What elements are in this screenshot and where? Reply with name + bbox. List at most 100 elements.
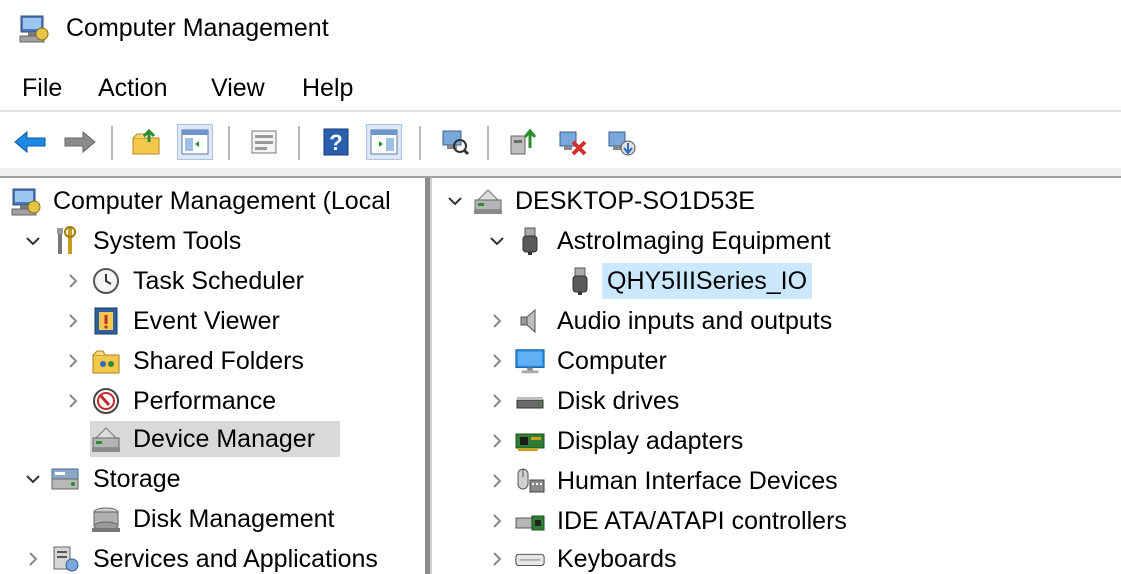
device-tree-root[interactable]: DESKTOP-SO1D53E (444, 183, 760, 219)
show-hide-action-pane-icon[interactable] (366, 124, 402, 160)
forward-arrow-icon[interactable] (62, 124, 98, 160)
tree-label: Keyboards (557, 545, 677, 573)
tree-label: Computer (557, 347, 667, 375)
device-category-ide-controllers[interactable]: IDE ATA/ATAPI controllers (486, 503, 852, 539)
tree-label: Shared Folders (133, 347, 304, 375)
tree-label: DESKTOP-SO1D53E (515, 187, 755, 215)
tree-item-disk-management[interactable]: Disk Management (90, 501, 339, 537)
help-icon[interactable]: ? (318, 124, 354, 160)
chevron-down-icon[interactable] (22, 230, 44, 252)
tree-label: Performance (133, 387, 277, 415)
pane-header-strip (0, 168, 1121, 178)
tree-label: IDE ATA/ATAPI controllers (557, 507, 847, 535)
chevron-right-icon[interactable] (486, 548, 508, 570)
uninstall-device-icon[interactable] (604, 124, 640, 160)
toolbar-divider (0, 110, 1121, 112)
device-category-computer[interactable]: Computer (486, 343, 672, 379)
speaker-icon (514, 305, 546, 337)
chevron-right-icon[interactable] (62, 350, 84, 372)
display-adapter-icon (514, 425, 546, 457)
storage-icon (50, 463, 82, 495)
tools-icon (50, 225, 82, 257)
chevron-right-icon[interactable] (22, 548, 44, 570)
chevron-down-icon[interactable] (444, 190, 466, 212)
menu-action[interactable]: Action (98, 70, 167, 106)
svg-text:?: ? (329, 130, 342, 155)
tree-item-task-scheduler[interactable]: Task Scheduler (62, 263, 309, 299)
clock-icon (90, 265, 122, 297)
shared-folders-icon (90, 345, 122, 377)
usb-device-icon (564, 265, 596, 297)
title-bar: Computer Management (0, 0, 1121, 58)
chevron-right-icon[interactable] (62, 310, 84, 332)
disable-device-icon[interactable] (555, 124, 591, 160)
hid-icon (514, 465, 546, 497)
tree-item-system-tools[interactable]: System Tools (22, 223, 246, 259)
device-category-hid[interactable]: Human Interface Devices (486, 463, 843, 499)
window-title: Computer Management (66, 14, 329, 42)
event-viewer-icon (90, 305, 122, 337)
tree-label: Event Viewer (133, 307, 280, 335)
device-category-astroimaging[interactable]: AstroImaging Equipment (486, 223, 836, 259)
device-category-display-adapters[interactable]: Display adapters (486, 423, 748, 459)
back-arrow-icon[interactable] (12, 124, 48, 160)
tree-label: Computer Management (Local (53, 187, 391, 215)
menu-help[interactable]: Help (302, 70, 353, 106)
desktop-computer-icon (472, 185, 504, 217)
menu-file[interactable]: File (22, 70, 62, 106)
tree-label: System Tools (93, 227, 242, 255)
device-category-audio[interactable]: Audio inputs and outputs (486, 303, 837, 339)
tree-item-event-viewer[interactable]: Event Viewer (62, 303, 285, 339)
computer-management-icon (18, 12, 50, 44)
disk-drive-icon (514, 385, 546, 417)
tree-item-device-manager[interactable]: Device Manager (90, 421, 340, 457)
toolbar: ? (0, 118, 1121, 168)
disk-management-icon (90, 503, 122, 535)
show-hide-console-tree-icon[interactable] (177, 124, 213, 160)
chevron-down-icon[interactable] (486, 230, 508, 252)
tree-label: Display adapters (557, 427, 744, 455)
update-driver-icon[interactable] (505, 124, 541, 160)
tree-label: Human Interface Devices (557, 467, 838, 495)
performance-icon (90, 385, 122, 417)
tree-label: Disk Management (133, 505, 335, 533)
chevron-right-icon[interactable] (486, 390, 508, 412)
console-tree-pane: Computer Management (Local System Tools … (0, 178, 425, 574)
tree-label: Device Manager (133, 425, 316, 453)
tree-label: Services and Applications (93, 545, 378, 573)
ide-controller-icon (514, 505, 546, 537)
services-icon (50, 543, 82, 574)
toolbar-separator (419, 126, 421, 160)
menu-view[interactable]: View (211, 70, 265, 106)
device-manager-pane: DESKTOP-SO1D53E AstroImaging Equipment Q… (432, 178, 1121, 574)
tree-label: QHY5IIISeries_IO (602, 263, 813, 299)
tree-root-computer-management[interactable]: Computer Management (Local (10, 183, 396, 219)
scan-hardware-icon[interactable] (437, 124, 473, 160)
tree-item-storage[interactable]: Storage (22, 461, 186, 497)
toolbar-separator (298, 126, 300, 160)
tree-item-performance[interactable]: Performance (62, 383, 281, 419)
chevron-right-icon[interactable] (486, 350, 508, 372)
device-item-qhy5iiiseries-io[interactable]: QHY5IIISeries_IO (564, 263, 813, 299)
tree-label: Storage (93, 465, 181, 493)
tree-label: Task Scheduler (133, 267, 304, 295)
pane-splitter[interactable] (425, 178, 432, 574)
chevron-right-icon[interactable] (486, 430, 508, 452)
up-folder-icon[interactable] (128, 124, 164, 160)
chevron-right-icon[interactable] (62, 390, 84, 412)
menu-bar: File Action View Help (0, 70, 1121, 106)
chevron-right-icon[interactable] (486, 510, 508, 532)
tree-label: AstroImaging Equipment (557, 227, 831, 255)
device-manager-icon (90, 423, 122, 455)
tree-item-services-and-applications[interactable]: Services and Applications (22, 541, 383, 574)
monitor-icon (514, 345, 546, 377)
chevron-right-icon[interactable] (486, 310, 508, 332)
chevron-down-icon[interactable] (22, 468, 44, 490)
tree-item-shared-folders[interactable]: Shared Folders (62, 343, 309, 379)
device-category-disk-drives[interactable]: Disk drives (486, 383, 684, 419)
chevron-right-icon[interactable] (62, 270, 84, 292)
properties-icon[interactable] (246, 124, 282, 160)
chevron-right-icon[interactable] (486, 470, 508, 492)
device-category-keyboards[interactable]: Keyboards (486, 541, 682, 574)
tree-label: Disk drives (557, 387, 680, 415)
